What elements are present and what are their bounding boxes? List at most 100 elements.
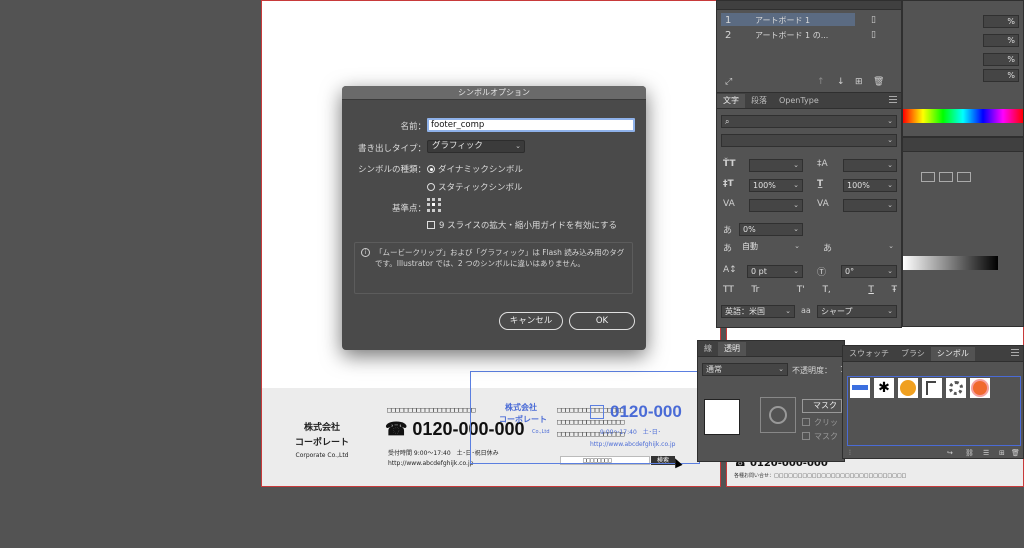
aki-icon: あ: [723, 244, 733, 254]
percent-field-2[interactable]: %: [983, 34, 1019, 47]
clip-checkbox[interactable]: クリッ: [802, 417, 838, 428]
nine-slice-checkbox[interactable]: 9 スライスの拡大・縮小用ガイドを有効にする: [427, 219, 617, 231]
rotation-field[interactable]: 0° ⌄: [841, 265, 897, 278]
tsume-field[interactable]: 0% ⌄: [739, 223, 803, 236]
tab-transparency[interactable]: 透明: [718, 342, 746, 356]
tab-brushes[interactable]: ブラシ: [895, 347, 931, 361]
percent-field-3[interactable]: %: [983, 53, 1019, 66]
dynamic-symbol-label: ダイナミックシンボル: [438, 165, 523, 175]
graphic-icon-1[interactable]: [921, 172, 935, 182]
symbols-panel-menu-icon[interactable]: [1011, 349, 1019, 356]
antialias-field[interactable]: シャープ ⌄: [817, 305, 897, 318]
search-icon: ⌕: [725, 117, 730, 126]
leading-field[interactable]: ⌄: [843, 159, 897, 172]
object-thumbnail[interactable]: [704, 399, 740, 435]
symbols-list[interactable]: ✱: [847, 376, 1021, 446]
overlay-company2: コーポレート: [499, 415, 547, 424]
horizontal-scale-icon: T̲: [817, 179, 824, 189]
trash-icon[interactable]: 🗑: [873, 77, 884, 87]
subscript-button[interactable]: T,: [822, 285, 830, 295]
company-block: 株式会社 コーポレート Corporate Co.,Ltd: [292, 420, 352, 459]
symbol-splash[interactable]: ✱: [874, 378, 894, 398]
registration-point-grid[interactable]: [427, 198, 441, 212]
invert-label: マスク: [814, 432, 838, 441]
font-size-field[interactable]: ⌄: [749, 159, 803, 172]
strikethrough-button[interactable]: Ŧ: [891, 285, 897, 295]
gradient-slider[interactable]: [903, 256, 998, 270]
symbol-frame[interactable]: [922, 378, 942, 398]
font-family-field[interactable]: ⌕ ⌄: [721, 115, 897, 128]
export-type-select[interactable]: グラフィック ⌄: [427, 140, 525, 153]
tab-opentype[interactable]: OpenType: [773, 94, 825, 108]
tab-swatches[interactable]: スウォッチ: [843, 347, 895, 361]
horizontal-scale-field[interactable]: 100% ⌄: [843, 179, 897, 192]
character-panel-menu-icon[interactable]: [889, 96, 897, 103]
chevron-down-icon: ⌄: [887, 267, 893, 275]
artboard-options-icon-2[interactable]: ▯: [871, 30, 876, 40]
artboards-tabbar: [717, 1, 901, 10]
baseline-shift-field[interactable]: 0 pt ⌄: [747, 265, 803, 278]
overlay-url: http://www.abcdefghijk.co.jp: [590, 441, 676, 448]
kerning-field[interactable]: ⌄: [749, 199, 803, 212]
artboard-options-icon[interactable]: ▯: [871, 15, 876, 25]
tab-symbols[interactable]: シンボル: [930, 347, 975, 361]
aki-right-field[interactable]: ⌄: [837, 241, 897, 254]
move-up-icon[interactable]: ↑: [817, 77, 825, 87]
symbol-name-input[interactable]: footer_comp: [427, 118, 635, 132]
chevron-down-icon: ⌄: [887, 201, 893, 209]
place-symbol-icon[interactable]: ↪: [947, 449, 953, 457]
rotation-value: 0°: [845, 267, 855, 276]
percent-field-1-value: %: [1007, 17, 1015, 26]
info-text: 「ムービークリップ」および「グラフィック」は Flash 読み込み用のタグです。…: [375, 248, 625, 268]
artboard-row-2[interactable]: 2 アートボード 1 の...: [721, 28, 855, 41]
vertical-scale-field[interactable]: 100% ⌄: [749, 179, 803, 192]
tracking-field[interactable]: ⌄: [843, 199, 897, 212]
font-style-field[interactable]: ⌄: [721, 134, 897, 147]
info-box: i 「ムービークリップ」および「グラフィック」は Flash 読み込み用のタグで…: [354, 242, 633, 294]
graphic-icon-3[interactable]: [957, 172, 971, 182]
tab-stroke[interactable]: 線: [698, 342, 718, 356]
cancel-button[interactable]: キャンセル: [499, 312, 563, 330]
underline-button[interactable]: T: [868, 285, 874, 295]
language-field[interactable]: 英語：米国 ⌄: [721, 305, 795, 318]
tab-character[interactable]: 文字: [717, 94, 745, 108]
delete-symbol-icon[interactable]: 🗑: [1011, 449, 1020, 457]
break-link-icon[interactable]: ⛓: [965, 449, 974, 457]
radio-icon: [427, 183, 435, 191]
tab-paragraph[interactable]: 段落: [745, 94, 773, 108]
percent-field-1[interactable]: %: [983, 15, 1019, 28]
character-tabbar: 文字 段落 OpenType: [717, 93, 901, 109]
static-symbol-radio[interactable]: スタティックシンボル: [427, 181, 523, 193]
all-caps-button[interactable]: TT: [723, 285, 734, 295]
percent-field-4[interactable]: %: [983, 69, 1019, 82]
aki-right-icon: あ: [823, 244, 833, 254]
blend-mode-value: 通常: [706, 365, 722, 374]
new-artboard-icon[interactable]: ⊞: [855, 77, 863, 87]
move-down-icon[interactable]: ↓: [837, 77, 845, 87]
symbol-blue-bar[interactable]: [850, 378, 870, 398]
rearrange-icon[interactable]: ⤢: [725, 77, 732, 87]
dynamic-symbol-radio[interactable]: ダイナミックシンボル: [427, 163, 523, 175]
new-symbol-icon[interactable]: ⊞: [999, 449, 1005, 457]
symbol-options-icon[interactable]: ☰: [983, 449, 989, 457]
symbol-type-label: シンボルの種類：: [357, 165, 426, 175]
symbol-ring[interactable]: [946, 378, 966, 398]
percent-field-2-value: %: [1007, 36, 1015, 45]
graphic-icon-2[interactable]: [939, 172, 953, 182]
small-caps-button[interactable]: Tr: [751, 285, 759, 295]
symbol-library-icon[interactable]: ⫶: [849, 449, 851, 458]
color-spectrum[interactable]: [903, 109, 1023, 123]
symbol-flower[interactable]: [970, 378, 990, 398]
artboard-row-selected[interactable]: 1 アートボード 1: [721, 13, 855, 26]
artboard-row-2-num: 2: [725, 30, 732, 41]
ok-button[interactable]: OK: [569, 312, 635, 330]
opacity-label: 不透明度：: [792, 366, 832, 375]
mask-thumbnail[interactable]: [760, 397, 796, 433]
symbol-orange-button[interactable]: [898, 378, 918, 398]
percent-field-4-value: %: [1007, 71, 1015, 80]
aki-left-field[interactable]: 自動 ⌄: [739, 241, 803, 254]
invert-mask-checkbox[interactable]: マスク: [802, 431, 838, 442]
make-mask-button[interactable]: マスク: [802, 399, 842, 413]
superscript-button[interactable]: T': [797, 285, 805, 295]
blend-mode-select[interactable]: 通常 ⌄: [702, 363, 788, 376]
